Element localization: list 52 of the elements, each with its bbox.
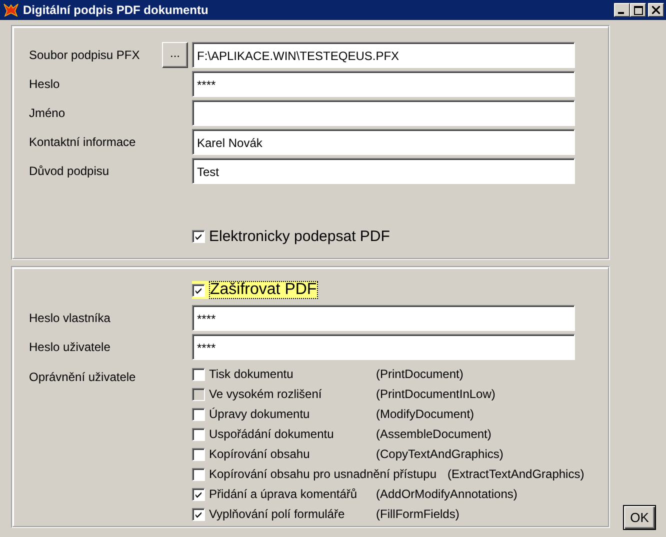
field-label: Heslo uživatele bbox=[29, 340, 112, 354]
input-field[interactable]: F:\APLIKACE.WIN\TESTEQEUS.PFX bbox=[192, 42, 575, 68]
permission-code: (AssembleDocument) bbox=[376, 427, 492, 441]
checkbox[interactable] bbox=[192, 508, 205, 520]
permissions-label: Oprávnění uživatele bbox=[29, 369, 137, 386]
input-field[interactable] bbox=[192, 100, 575, 126]
checkbox-label: Elektronicky podepsat PDF bbox=[209, 228, 390, 245]
input-field[interactable]: Karel Novák bbox=[192, 129, 575, 155]
field-label: Důvod podpisu bbox=[29, 164, 110, 178]
checkbox[interactable] bbox=[192, 408, 205, 420]
field-label: Kontaktní informace bbox=[29, 135, 137, 149]
permission-code: (CopyTextAndGraphics) bbox=[376, 447, 504, 461]
checkbox-label: Přidání a úprava komentářů bbox=[209, 487, 358, 501]
minimize-button[interactable] bbox=[614, 3, 630, 17]
checkbox[interactable] bbox=[192, 230, 205, 243]
close-button[interactable] bbox=[648, 3, 664, 17]
app-logo-icon bbox=[3, 2, 19, 18]
field-label: Soubor podpisu PFX bbox=[29, 48, 141, 62]
input-field[interactable]: **** bbox=[192, 305, 575, 331]
ok-button[interactable]: OK bbox=[623, 505, 656, 530]
checkbox[interactable] bbox=[192, 468, 205, 480]
close-icon bbox=[652, 6, 660, 14]
permission-code: (AddOrModifyAnnotations) bbox=[376, 487, 518, 501]
field-label: Heslo vlastníka bbox=[29, 311, 112, 325]
field-label: Heslo bbox=[29, 77, 61, 91]
checkbox-label: Kopírování obsahu pro usnadnění přístupu bbox=[209, 467, 436, 481]
checkbox[interactable] bbox=[192, 368, 205, 380]
input-field[interactable]: **** bbox=[192, 71, 575, 97]
input-field[interactable]: **** bbox=[192, 334, 575, 360]
permission-code: (ExtractTextAndGraphics) bbox=[448, 467, 584, 481]
checkbox[interactable] bbox=[192, 428, 205, 440]
checkbox-label: Ve vysokém rozlišení bbox=[209, 387, 322, 401]
maximize-button[interactable] bbox=[630, 3, 646, 17]
checkbox[interactable] bbox=[192, 488, 205, 500]
checkbox-label: Uspořádání dokumentu bbox=[209, 427, 334, 441]
checkbox-label: Zašifrovat PDF bbox=[209, 281, 318, 299]
checkbox-label: Tisk dokumentu bbox=[209, 367, 294, 381]
permission-code: (FillFormFields) bbox=[376, 507, 460, 521]
permission-code: (PrintDocumentInLow) bbox=[376, 387, 496, 401]
browse-button[interactable]: ... bbox=[162, 42, 188, 68]
input-field[interactable]: Test bbox=[192, 158, 575, 184]
checkbox-label: Kopírování obsahu bbox=[209, 447, 310, 461]
permission-code: (PrintDocument) bbox=[376, 367, 464, 381]
permission-code: (ModifyDocument) bbox=[376, 407, 474, 421]
checkbox-label: Vyplňování polí formuláře bbox=[209, 507, 345, 521]
checkbox-label: Úpravy dokumentu bbox=[209, 407, 310, 421]
maximize-icon bbox=[634, 6, 642, 14]
checkmark-icon bbox=[193, 231, 204, 242]
window-title: Digitální podpis PDF dokumentu bbox=[23, 3, 210, 17]
checkbox[interactable] bbox=[192, 284, 205, 296]
field-label: Jméno bbox=[29, 106, 66, 120]
checkbox[interactable] bbox=[192, 448, 205, 460]
